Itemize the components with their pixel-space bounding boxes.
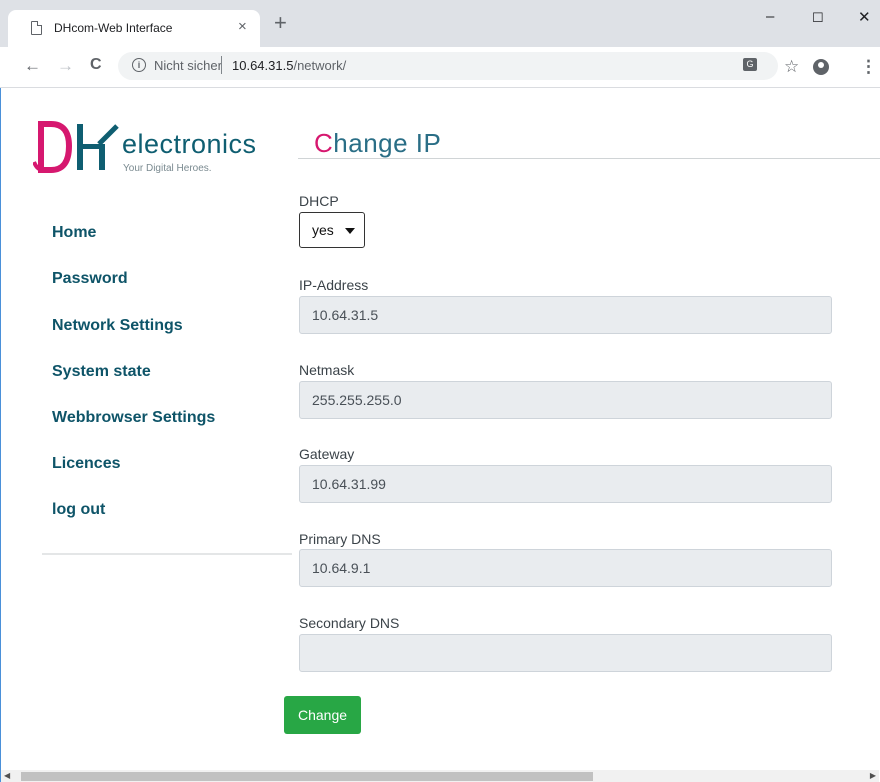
gateway-label: Gateway bbox=[299, 446, 355, 462]
info-icon[interactable]: i bbox=[132, 58, 146, 72]
caret-down-icon bbox=[345, 228, 355, 234]
scrollbar-thumb[interactable] bbox=[21, 772, 593, 781]
dhcp-label: DHCP bbox=[299, 193, 339, 209]
sidebar-item-logout[interactable]: log out bbox=[52, 501, 105, 519]
window-close-icon[interactable]: ✕ bbox=[858, 8, 871, 26]
netmask-field[interactable]: 255.255.255.0 bbox=[299, 381, 832, 419]
address-separator bbox=[221, 56, 222, 74]
tab-strip: DHcom-Web Interface × + – ☐ ✕ bbox=[0, 0, 880, 47]
reload-icon[interactable]: C bbox=[90, 56, 102, 74]
ip-address-field[interactable]: 10.64.31.5 bbox=[299, 296, 832, 334]
sidebar-item-licences[interactable]: Licences bbox=[52, 455, 120, 473]
address-bar[interactable]: i Nicht sicher 10.64.31.5/network/ G bbox=[118, 52, 778, 80]
logo-wordmark: electronics bbox=[122, 129, 257, 159]
bookmark-star-icon[interactable]: ☆ bbox=[784, 57, 799, 77]
primary-dns-label: Primary DNS bbox=[299, 531, 381, 547]
sidebar-item-system-state[interactable]: System state bbox=[52, 363, 151, 381]
logo-tagline: Your Digital Heroes. bbox=[123, 163, 212, 174]
primary-dns-value: 10.64.9.1 bbox=[312, 560, 371, 576]
dh-logo-mark bbox=[32, 121, 119, 173]
horizontal-scrollbar[interactable]: ◀ ▶ bbox=[1, 770, 879, 782]
title-divider bbox=[298, 158, 880, 159]
page-title-rest: hange IP bbox=[333, 128, 442, 158]
url-path: /network/ bbox=[293, 58, 347, 73]
change-button[interactable]: Change bbox=[284, 696, 361, 734]
browser-tab[interactable]: DHcom-Web Interface × bbox=[8, 10, 260, 47]
maximize-icon[interactable]: ☐ bbox=[812, 10, 824, 26]
primary-dns-field[interactable]: 10.64.9.1 bbox=[299, 549, 832, 587]
sidebar-item-webbrowser-settings[interactable]: Webbrowser Settings bbox=[52, 409, 215, 427]
netmask-value: 255.255.255.0 bbox=[312, 392, 402, 408]
netmask-label: Netmask bbox=[299, 362, 355, 378]
secondary-dns-field[interactable] bbox=[299, 634, 832, 672]
account-icon[interactable] bbox=[813, 59, 829, 75]
translate-icon[interactable]: G bbox=[743, 58, 757, 71]
url-host: 10.64.31.5 bbox=[232, 58, 294, 73]
ip-address-label: IP-Address bbox=[299, 277, 369, 293]
sidebar-item-network-settings[interactable]: Network Settings bbox=[52, 317, 183, 335]
scroll-left-icon[interactable]: ◀ bbox=[4, 771, 10, 780]
forward-icon[interactable]: → bbox=[57, 56, 74, 76]
browser-toolbar: ← → C i Nicht sicher 10.64.31.5/network/… bbox=[0, 47, 880, 88]
minimize-icon[interactable]: – bbox=[766, 8, 774, 25]
secondary-dns-label: Secondary DNS bbox=[299, 615, 400, 631]
gateway-value: 10.64.31.99 bbox=[312, 476, 386, 492]
tab-title: DHcom-Web Interface bbox=[54, 21, 173, 35]
gateway-field[interactable]: 10.64.31.99 bbox=[299, 465, 832, 503]
dhcp-select[interactable]: yes bbox=[299, 212, 365, 248]
page-icon bbox=[31, 21, 42, 35]
url-text[interactable]: 10.64.31.5/network/ bbox=[232, 58, 346, 73]
page-title-initial: C bbox=[314, 128, 334, 158]
dhcp-selected-value: yes bbox=[312, 222, 334, 238]
new-tab-icon[interactable]: + bbox=[274, 12, 287, 34]
security-label: Nicht sicher bbox=[154, 58, 222, 73]
back-icon[interactable]: ← bbox=[24, 56, 41, 76]
sidebar-item-home[interactable]: Home bbox=[52, 224, 96, 242]
ip-address-value: 10.64.31.5 bbox=[312, 307, 379, 323]
sidebar-item-password[interactable]: Password bbox=[52, 270, 128, 288]
browser-menu-icon[interactable]: ⋮ bbox=[860, 57, 877, 77]
sidebar-divider bbox=[42, 553, 292, 555]
page-title: Change IP bbox=[314, 128, 441, 159]
scroll-right-icon[interactable]: ▶ bbox=[870, 771, 876, 780]
dh-electronics-logo[interactable]: electronics Your Digital Heroes. bbox=[32, 120, 273, 180]
tab-close-icon[interactable]: × bbox=[238, 18, 247, 35]
